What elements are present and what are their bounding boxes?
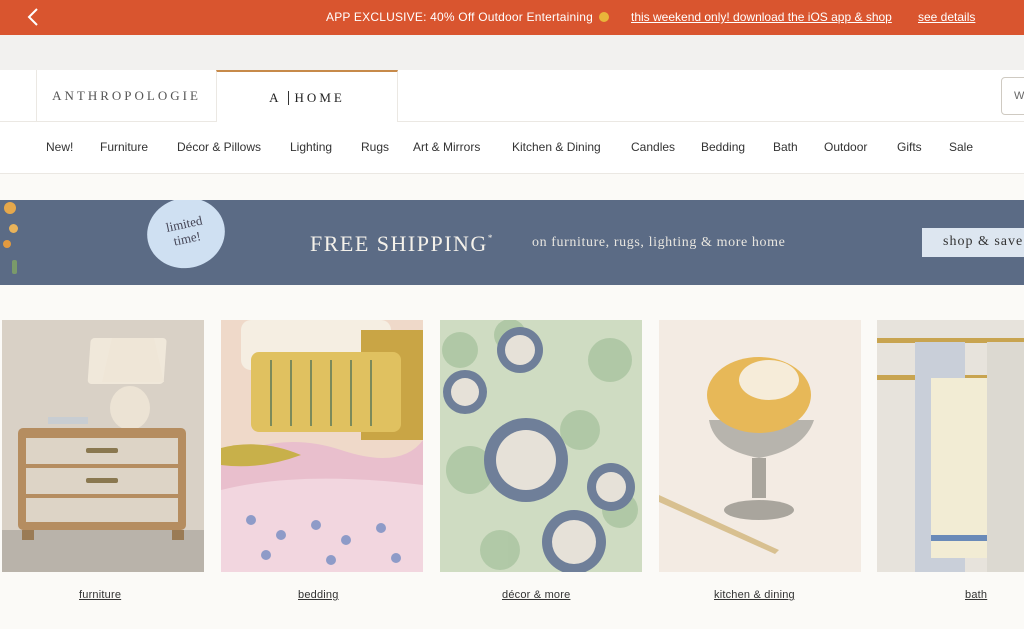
tab-a-home[interactable]: A HOME [216,70,398,123]
promo-bar: APP EXCLUSIVE: 40% Off Outdoor Entertain… [0,0,1024,35]
category-nav: New! Furniture Décor & Pillows Lighting … [0,122,1024,174]
nav-item-sale[interactable]: Sale [949,140,973,154]
free-shipping-banner[interactable]: limited time! FREE SHIPPING* on furnitur… [0,200,1024,285]
nav-item-lighting[interactable]: Lighting [290,140,332,154]
chevron-left-icon[interactable] [24,6,44,28]
tab-anthropologie[interactable]: ANTHROPOLOGIE [36,70,216,122]
free-shipping-subtitle: on furniture, rugs, lighting & more home [532,235,786,250]
flower-decoration [4,202,16,214]
nav-item-gifts[interactable]: Gifts [897,140,922,154]
tile-label-bath[interactable]: bath [965,589,987,601]
nav-item-rugs[interactable]: Rugs [361,140,389,154]
search-input[interactable]: W [1001,77,1024,115]
nav-item-bedding[interactable]: Bedding [701,140,745,154]
free-shipping-title: FREE SHIPPING* [310,231,494,257]
tile-label-kitchen-dining[interactable]: kitchen & dining [714,589,795,601]
leaf-decoration [12,260,17,274]
tile-label-furniture[interactable]: furniture [79,589,121,601]
nav-item-kitchen-dining[interactable]: Kitchen & Dining [512,140,601,154]
download-app-link[interactable]: this weekend only! download the iOS app … [631,10,892,24]
promo-text: APP EXCLUSIVE: 40% Off Outdoor Entertain… [326,10,593,24]
shop-save-button[interactable]: shop & save [922,228,1024,257]
product-tile-kitchen-dining[interactable] [659,320,861,572]
banner-title-text: FREE SHIPPING [310,231,488,256]
decor-image [440,320,642,572]
nav-item-bath[interactable]: Bath [773,140,798,154]
tile-label-decor[interactable]: décor & more [502,589,570,601]
product-tile-decor[interactable] [440,320,642,572]
furniture-image [2,320,204,572]
brand-divider [287,90,289,105]
header-spacer [0,35,1024,70]
product-tile-bedding[interactable] [221,320,423,572]
nav-item-art-mirrors[interactable]: Art & Mirrors [413,140,480,154]
flower-decoration [3,240,11,248]
product-tile-furniture[interactable] [2,320,204,572]
tile-label-bedding[interactable]: bedding [298,589,339,601]
brand-tabs: ANTHROPOLOGIE A HOME W [0,70,1024,123]
limited-time-badge: limited time! [140,200,232,276]
nav-item-furniture[interactable]: Furniture [100,140,148,154]
flower-decoration [9,224,18,233]
bedding-image [221,320,423,572]
nav-item-outdoor[interactable]: Outdoor [824,140,867,154]
promo-message: APP EXCLUSIVE: 40% Off Outdoor Entertain… [326,10,609,24]
banner-asterisk: * [487,233,494,243]
sun-emoji-icon [598,12,609,22]
nav-item-decor-pillows[interactable]: Décor & Pillows [177,140,261,154]
nav-item-new[interactable]: New! [46,140,73,154]
product-tile-bath[interactable] [877,320,1024,572]
kitchen-dining-image [659,320,861,572]
home-brand-letter: A [269,89,282,105]
nav-item-candles[interactable]: Candles [631,140,675,154]
bath-image [877,320,1024,572]
see-details-link[interactable]: see details [918,10,975,24]
home-brand-word: HOME [294,89,345,105]
